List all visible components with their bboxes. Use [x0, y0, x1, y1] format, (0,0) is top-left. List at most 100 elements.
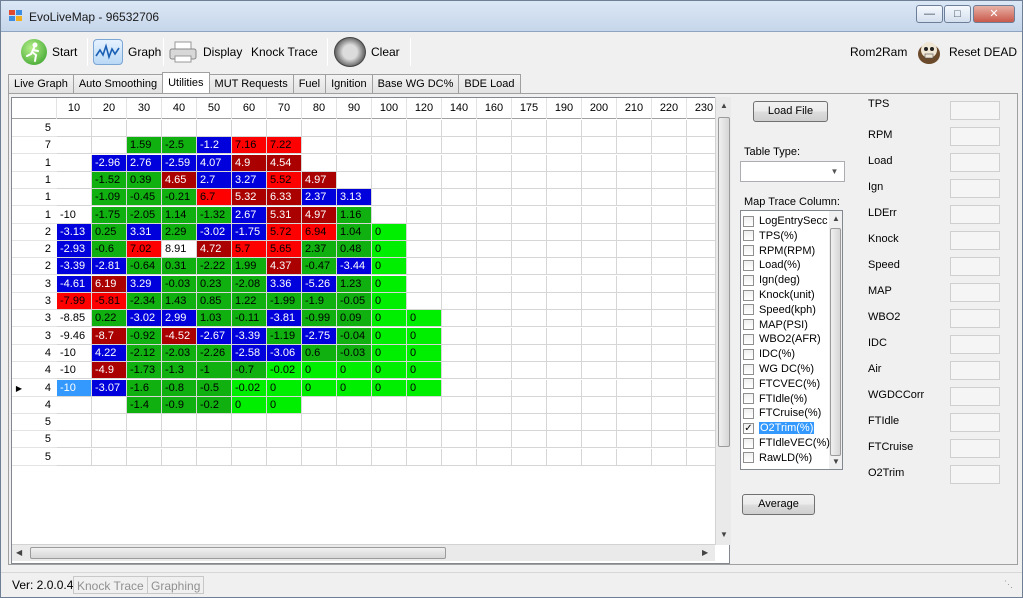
table-cell[interactable]: [617, 171, 652, 189]
table-cell[interactable]: [477, 223, 512, 241]
table-cell[interactable]: [512, 414, 547, 432]
table-cell[interactable]: [477, 396, 512, 414]
table-cell[interactable]: [512, 396, 547, 414]
trace-column-item[interactable]: FTCVEC(%): [743, 377, 828, 391]
table-cell[interactable]: 1.14: [162, 206, 197, 224]
table-cell[interactable]: [232, 414, 267, 432]
column-header[interactable]: 90: [337, 98, 372, 119]
table-cell[interactable]: [267, 448, 302, 466]
table-cell[interactable]: [547, 223, 582, 241]
table-cell[interactable]: [407, 414, 442, 432]
table-cell[interactable]: -0.02: [267, 362, 302, 380]
table-cell[interactable]: [407, 293, 442, 310]
table-cell[interactable]: -0.04: [337, 327, 372, 345]
table-cell[interactable]: [617, 258, 652, 276]
table-cell[interactable]: 0: [372, 293, 407, 310]
table-cell[interactable]: [582, 379, 617, 397]
table-cell[interactable]: 5.31: [267, 206, 302, 224]
table-cell[interactable]: [92, 431, 127, 449]
load-file-button[interactable]: Load File: [753, 101, 828, 122]
table-cell[interactable]: 2.7: [197, 171, 232, 189]
table-cell[interactable]: [162, 448, 197, 466]
table-cell[interactable]: -0.8: [162, 379, 197, 397]
table-cell[interactable]: [582, 120, 617, 137]
table-cell[interactable]: [512, 310, 547, 328]
tab-auto-smoothing[interactable]: Auto Smoothing: [72, 74, 164, 93]
table-cell[interactable]: -1.73: [127, 362, 162, 380]
table-cell[interactable]: [547, 448, 582, 466]
table-cell[interactable]: [302, 448, 337, 466]
table-cell[interactable]: 6.33: [267, 189, 302, 207]
tab-bde-load[interactable]: BDE Load: [458, 74, 521, 93]
table-cell[interactable]: -0.9: [162, 396, 197, 414]
table-cell[interactable]: 0.25: [92, 223, 127, 241]
trace-column-item[interactable]: WG DC(%): [743, 362, 828, 376]
table-cell[interactable]: 0: [232, 396, 267, 414]
table-cell[interactable]: 2.37: [302, 241, 337, 259]
table-cell[interactable]: [617, 379, 652, 397]
column-header[interactable]: 60: [232, 98, 267, 119]
tab-mut-requests[interactable]: MUT Requests: [208, 74, 294, 93]
trace-column-item[interactable]: RawLD(%): [743, 451, 828, 465]
table-cell[interactable]: -1.4: [127, 396, 162, 414]
table-cell[interactable]: -0.64: [127, 258, 162, 276]
list-scrollbar[interactable]: ▲ ▼: [829, 211, 842, 469]
checkbox[interactable]: [743, 393, 754, 405]
table-cell[interactable]: [477, 258, 512, 276]
row-header[interactable]: 2: [12, 223, 57, 241]
checkbox[interactable]: [743, 215, 754, 227]
table-type-select[interactable]: ▼: [740, 161, 845, 182]
row-header[interactable]: 4: [12, 344, 57, 362]
display-button[interactable]: Display: [168, 38, 242, 66]
table-cell[interactable]: -10: [57, 344, 92, 362]
trace-column-item[interactable]: Speed(kph): [743, 303, 828, 317]
table-cell[interactable]: 1.99: [232, 258, 267, 276]
table-cell[interactable]: -8.85: [57, 310, 92, 328]
table-cell[interactable]: -1.75: [92, 206, 127, 224]
table-cell[interactable]: 0: [372, 275, 407, 293]
table-cell[interactable]: [512, 223, 547, 241]
table-cell[interactable]: 0.85: [197, 293, 232, 310]
table-cell[interactable]: [512, 448, 547, 466]
table-cell[interactable]: [652, 223, 687, 241]
table-cell[interactable]: -1.2: [197, 137, 232, 155]
table-cell[interactable]: [477, 293, 512, 310]
table-cell[interactable]: 0.23: [197, 275, 232, 293]
table-cell[interactable]: [477, 362, 512, 380]
table-cell[interactable]: 4.65: [162, 171, 197, 189]
table-cell[interactable]: [652, 275, 687, 293]
table-cell[interactable]: -0.05: [337, 293, 372, 310]
checkbox[interactable]: [743, 304, 754, 316]
row-header[interactable]: 5: [12, 120, 57, 137]
scroll-down-icon[interactable]: ▼: [720, 530, 728, 539]
table-cell[interactable]: [547, 396, 582, 414]
table-cell[interactable]: [512, 137, 547, 155]
table-cell[interactable]: -8.7: [92, 327, 127, 345]
table-cell[interactable]: [337, 414, 372, 432]
table-cell[interactable]: [582, 431, 617, 449]
trace-column-item[interactable]: IDC(%): [743, 347, 828, 361]
table-cell[interactable]: -2.05: [127, 206, 162, 224]
table-cell[interactable]: [547, 362, 582, 380]
table-cell[interactable]: -4.61: [57, 275, 92, 293]
table-cell[interactable]: [302, 396, 337, 414]
table-cell[interactable]: [477, 327, 512, 345]
column-header[interactable]: 100: [372, 98, 407, 119]
table-cell[interactable]: [57, 189, 92, 207]
table-cell[interactable]: [512, 293, 547, 310]
column-header[interactable]: 175: [512, 98, 547, 119]
table-cell[interactable]: -1.75: [232, 223, 267, 241]
trace-column-item[interactable]: FTCruise(%): [743, 406, 828, 420]
row-header[interactable]: 3: [12, 293, 57, 310]
table-cell[interactable]: [407, 171, 442, 189]
table-cell[interactable]: [512, 171, 547, 189]
table-cell[interactable]: -0.5: [197, 379, 232, 397]
table-cell[interactable]: 0.22: [92, 310, 127, 328]
table-cell[interactable]: [652, 414, 687, 432]
table-cell[interactable]: -2.03: [162, 344, 197, 362]
table-cell[interactable]: [337, 120, 372, 137]
table-cell[interactable]: -0.47: [302, 258, 337, 276]
trace-column-item[interactable]: WBO2(AFR): [743, 332, 828, 346]
graph-button[interactable]: Graph: [93, 38, 161, 66]
table-cell[interactable]: [547, 414, 582, 432]
